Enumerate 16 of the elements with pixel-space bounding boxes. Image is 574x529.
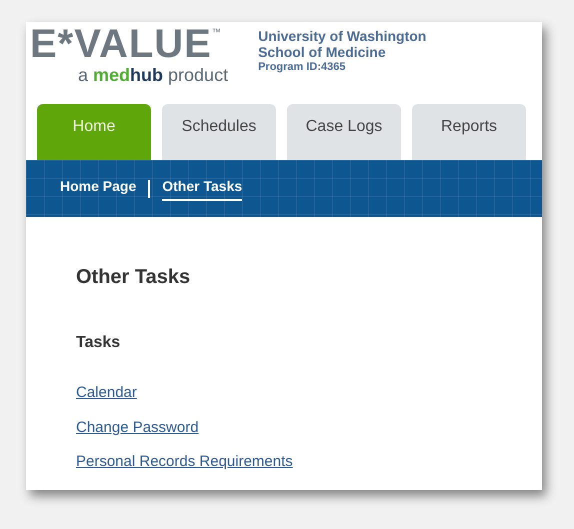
task-link[interactable]: Calendar xyxy=(76,382,137,405)
task-link[interactable]: Change Password xyxy=(76,416,199,440)
page-title: Other Tasks xyxy=(76,265,192,289)
evalue-logo: E*VALUE xyxy=(30,22,212,66)
nav-tab[interactable]: Case Logs xyxy=(287,104,401,160)
medhub-tagline: a medhub product xyxy=(77,65,228,85)
program-id: Program ID:4365 xyxy=(258,60,347,74)
section-title: Tasks xyxy=(76,333,122,352)
breadcrumb-link[interactable]: Other Tasks xyxy=(162,176,242,201)
trademark-sign: ™ xyxy=(212,27,221,37)
institution-name: University of Washington xyxy=(258,28,426,44)
task-link[interactable]: Personal Records Requirements xyxy=(76,451,293,474)
nav-tab[interactable]: Schedules xyxy=(162,104,276,160)
breadcrumb-link[interactable]: Home Page xyxy=(60,176,136,201)
nav-tab[interactable]: Reports xyxy=(412,104,526,160)
school-name: School of Medicine xyxy=(258,44,387,60)
